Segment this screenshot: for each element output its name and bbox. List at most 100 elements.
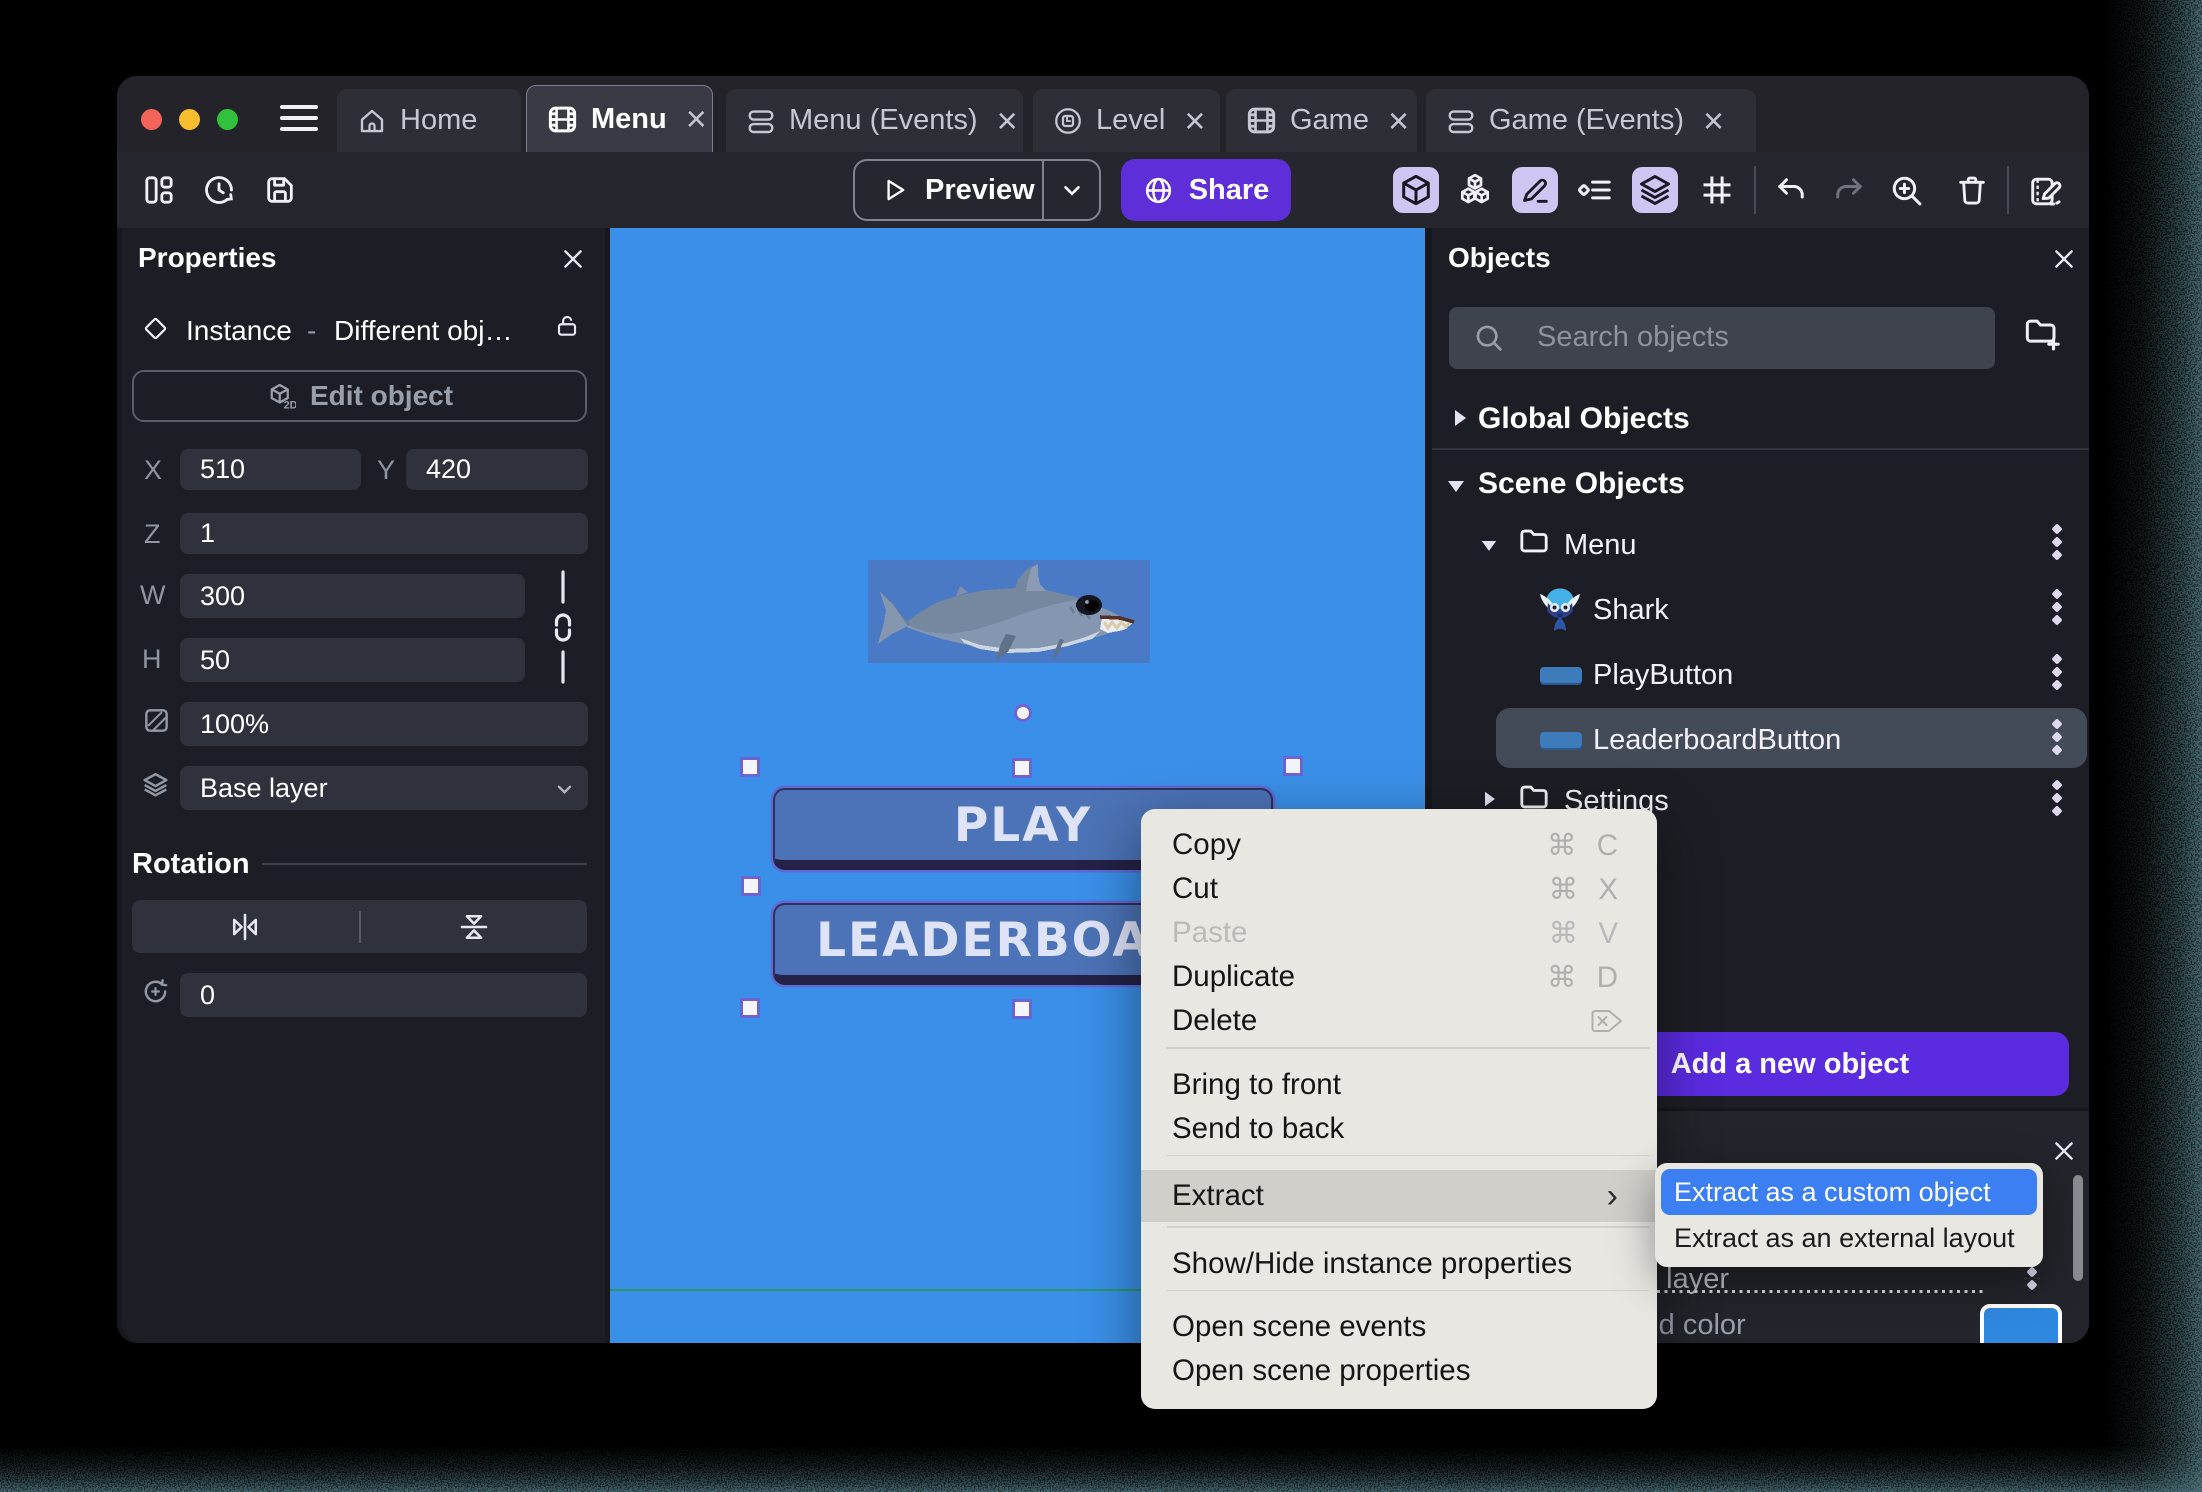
undo-icon[interactable] (1773, 173, 1807, 207)
tree-item-menu-folder[interactable]: Menu (1564, 529, 1637, 562)
redo-icon[interactable] (1831, 173, 1865, 207)
y-field-input[interactable]: 420 (406, 449, 588, 490)
collapse-triangle-down-icon[interactable] (1446, 478, 1466, 494)
properties-panel: Properties Instance - Different obj… 2D … (122, 228, 605, 1343)
rotation-field-input[interactable]: 0 (180, 973, 587, 1017)
tab-game[interactable]: Game × (1226, 89, 1417, 152)
selection-handle-bottom-left[interactable] (740, 998, 760, 1018)
leaderboard-button-options-icon[interactable] (2051, 718, 2063, 760)
shark-options-icon[interactable] (2051, 588, 2063, 630)
tab-close-icon[interactable]: × (1388, 102, 1409, 139)
shark-sprite[interactable] (868, 560, 1150, 663)
menu-item-open-scene-properties[interactable]: Open scene properties (1141, 1349, 1657, 1393)
z-field-input[interactable]: 1 (180, 513, 588, 554)
menu-separator (1167, 1289, 1649, 1291)
delete-key-icon (1589, 1007, 1624, 1035)
tab-close-icon[interactable]: × (1184, 102, 1205, 139)
tree-item-play-button[interactable]: PlayButton (1593, 659, 1733, 692)
play-button-options-icon[interactable] (2051, 653, 2063, 695)
add-folder-icon[interactable] (2022, 313, 2062, 353)
settings-options-icon[interactable] (2051, 779, 2063, 821)
menu-item-send-to-back[interactable]: Send to back (1141, 1107, 1657, 1151)
preview-button[interactable]: Preview (855, 174, 1042, 207)
toolbar-divider (2007, 166, 2009, 214)
tab-home[interactable]: Home (337, 89, 521, 152)
preview-dropdown-button[interactable] (1044, 177, 1099, 203)
traffic-light-close[interactable] (141, 109, 162, 130)
tab-close-icon[interactable]: × (686, 101, 707, 137)
trash-icon[interactable] (1955, 173, 1989, 207)
w-field-input[interactable]: 300 (180, 574, 525, 618)
scene-objects-section[interactable]: Scene Objects (1478, 467, 1685, 501)
tab-menu-events[interactable]: Menu (Events) × (726, 89, 1023, 152)
menu-item-copy[interactable]: Copy ⌘ C (1141, 823, 1657, 867)
flip-horizontal-button[interactable] (132, 910, 359, 944)
selection-handle-top-right[interactable] (1283, 756, 1303, 776)
search-placeholder: Search objects (1537, 321, 1729, 353)
collapse-triangle-down-icon[interactable] (1480, 538, 1498, 553)
main-menu-icon[interactable] (280, 105, 318, 133)
menu-item-duplicate[interactable]: Duplicate ⌘ D (1141, 955, 1657, 999)
background-color-swatch[interactable] (1980, 1304, 2062, 1343)
close-properties-icon[interactable] (560, 246, 586, 272)
menu-item-open-scene-events[interactable]: Open scene events (1141, 1305, 1657, 1349)
menu-item-cut[interactable]: Cut ⌘ X (1141, 867, 1657, 911)
zoom-icon[interactable] (1889, 173, 1923, 207)
toggle-3d-view-button[interactable] (1393, 167, 1439, 213)
close-layers-icon[interactable] (2051, 1138, 2077, 1164)
selection-handle-top-left[interactable] (740, 757, 760, 777)
flip-vertical-button[interactable] (361, 910, 588, 944)
tree-item-leaderboard-button[interactable]: LeaderboardButton (1593, 724, 1841, 757)
shortcut-label: ⌘ V (1548, 916, 1624, 950)
edit-scene-properties-icon[interactable] (2029, 173, 2063, 207)
selection-handle-top-center[interactable] (1012, 758, 1032, 778)
wh-link-icon[interactable] (552, 570, 576, 684)
edit-mode-button[interactable] (1512, 167, 1558, 213)
traffic-light-minimize[interactable] (179, 109, 200, 130)
submenu-arrow-icon: › (1606, 1176, 1624, 1215)
tab-label: Game (1290, 104, 1369, 136)
instances-list-button[interactable] (1572, 167, 1618, 213)
open-project-manager-icon[interactable] (142, 173, 176, 207)
share-button[interactable]: Share (1121, 159, 1291, 221)
layers-scrollbar[interactable] (2073, 1175, 2083, 1281)
submenu-item-extract-external-layout[interactable]: Extract as an external layout (1661, 1215, 2037, 1261)
cubes-icon (1460, 173, 1490, 204)
tab-close-icon[interactable]: × (997, 102, 1018, 139)
search-objects-input[interactable]: Search objects (1449, 307, 1995, 369)
tab-label: Menu (Events) (789, 104, 978, 136)
expand-triangle-right-icon[interactable] (1482, 790, 1497, 808)
objects-mode-button[interactable] (1452, 167, 1498, 213)
expand-triangle-right-icon[interactable] (1452, 408, 1468, 428)
unlock-icon[interactable] (554, 313, 580, 339)
tab-level[interactable]: Level × (1033, 89, 1220, 152)
history-icon[interactable] (202, 173, 236, 207)
layer-select[interactable]: Base layer (180, 766, 588, 810)
properties-title: Properties (138, 242, 277, 273)
grid-button[interactable] (1694, 167, 1740, 213)
edit-object-button[interactable]: 2D Edit object (132, 370, 587, 422)
selection-handle-mid-left[interactable] (741, 876, 761, 896)
flip-buttons-row (132, 900, 587, 953)
menu-item-bring-to-front[interactable]: Bring to front (1141, 1063, 1657, 1107)
menu-item-delete[interactable]: Delete (1141, 999, 1657, 1043)
layers-list-button[interactable] (1632, 167, 1678, 213)
opacity-field-input[interactable]: 100% (180, 702, 588, 746)
close-objects-icon[interactable] (2051, 246, 2077, 272)
tab-game-events[interactable]: Game (Events) × (1426, 89, 1756, 152)
menu-folder-options-icon[interactable] (2051, 523, 2063, 565)
traffic-light-zoom[interactable] (217, 109, 238, 130)
global-objects-section[interactable]: Global Objects (1478, 402, 1690, 436)
save-icon[interactable] (263, 173, 297, 207)
tree-item-shark[interactable]: Shark (1593, 594, 1669, 627)
submenu-item-extract-custom-object[interactable]: Extract as a custom object (1661, 1169, 2037, 1215)
menu-item-show-hide-instance-properties[interactable]: Show/Hide instance properties (1141, 1242, 1657, 1286)
selection-handle-bottom-center[interactable] (1012, 999, 1032, 1019)
h-field-input[interactable]: 50 (180, 638, 525, 682)
play-icon (887, 179, 905, 201)
x-field-input[interactable]: 510 (180, 449, 361, 490)
menu-item-extract[interactable]: Extract › (1141, 1170, 1657, 1222)
tab-close-icon[interactable]: × (1703, 102, 1724, 139)
tab-menu[interactable]: Menu × (526, 85, 713, 152)
rotate-handle[interactable] (1014, 704, 1032, 722)
